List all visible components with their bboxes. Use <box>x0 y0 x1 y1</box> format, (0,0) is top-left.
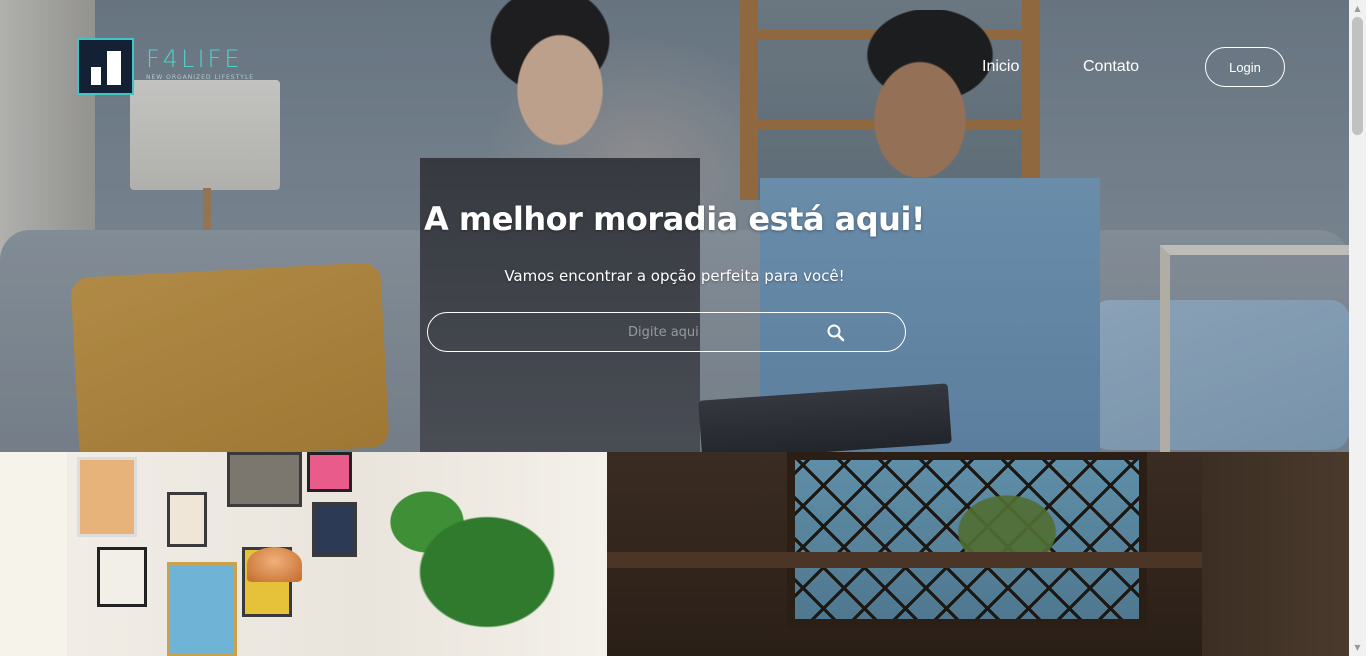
nav-contato-link[interactable]: Contato <box>1083 58 1139 76</box>
nav-inicio-link[interactable]: Inicio <box>982 58 1019 76</box>
search-input[interactable] <box>628 324 905 340</box>
wall-frame <box>307 452 352 492</box>
logo-text: F4LIFE NEW ORGANIZED LIFESTYLE <box>146 46 254 81</box>
brand-tagline: NEW ORGANIZED LIFESTYLE <box>146 74 255 81</box>
wall-frame <box>312 502 357 557</box>
scroll-down-arrow-icon[interactable]: ▼ <box>1349 639 1366 656</box>
window-plant <box>907 462 1107 612</box>
hero-headline: A melhor moradia está aqui! <box>423 200 926 238</box>
vertical-scrollbar[interactable]: ▲ ▼ <box>1349 0 1366 656</box>
logo-bars-icon <box>77 38 134 95</box>
brand-name: F4LIFE <box>146 45 243 73</box>
search-icon[interactable] <box>826 323 846 343</box>
wall-frame <box>77 457 137 537</box>
gallery-wall-image <box>67 452 607 656</box>
wall-frame <box>97 547 147 607</box>
wall-frame <box>167 492 207 547</box>
page-left-strip <box>0 452 67 656</box>
wall-frame <box>227 452 302 507</box>
hero-subline: Vamos encontrar a opção perfeita para vo… <box>504 267 845 285</box>
house-plant <box>367 462 607 656</box>
brand-logo[interactable]: F4LIFE NEW ORGANIZED LIFESTYLE <box>77 38 254 95</box>
search-bar <box>427 312 906 352</box>
scroll-up-arrow-icon[interactable]: ▲ <box>1349 0 1366 17</box>
wooden-wall <box>1202 452 1349 656</box>
window-room-image <box>607 452 1349 656</box>
wall-frame <box>167 562 237 656</box>
login-button[interactable]: Login <box>1205 47 1285 87</box>
copper-lamp <box>247 547 302 582</box>
scrollbar-thumb[interactable] <box>1352 17 1363 135</box>
